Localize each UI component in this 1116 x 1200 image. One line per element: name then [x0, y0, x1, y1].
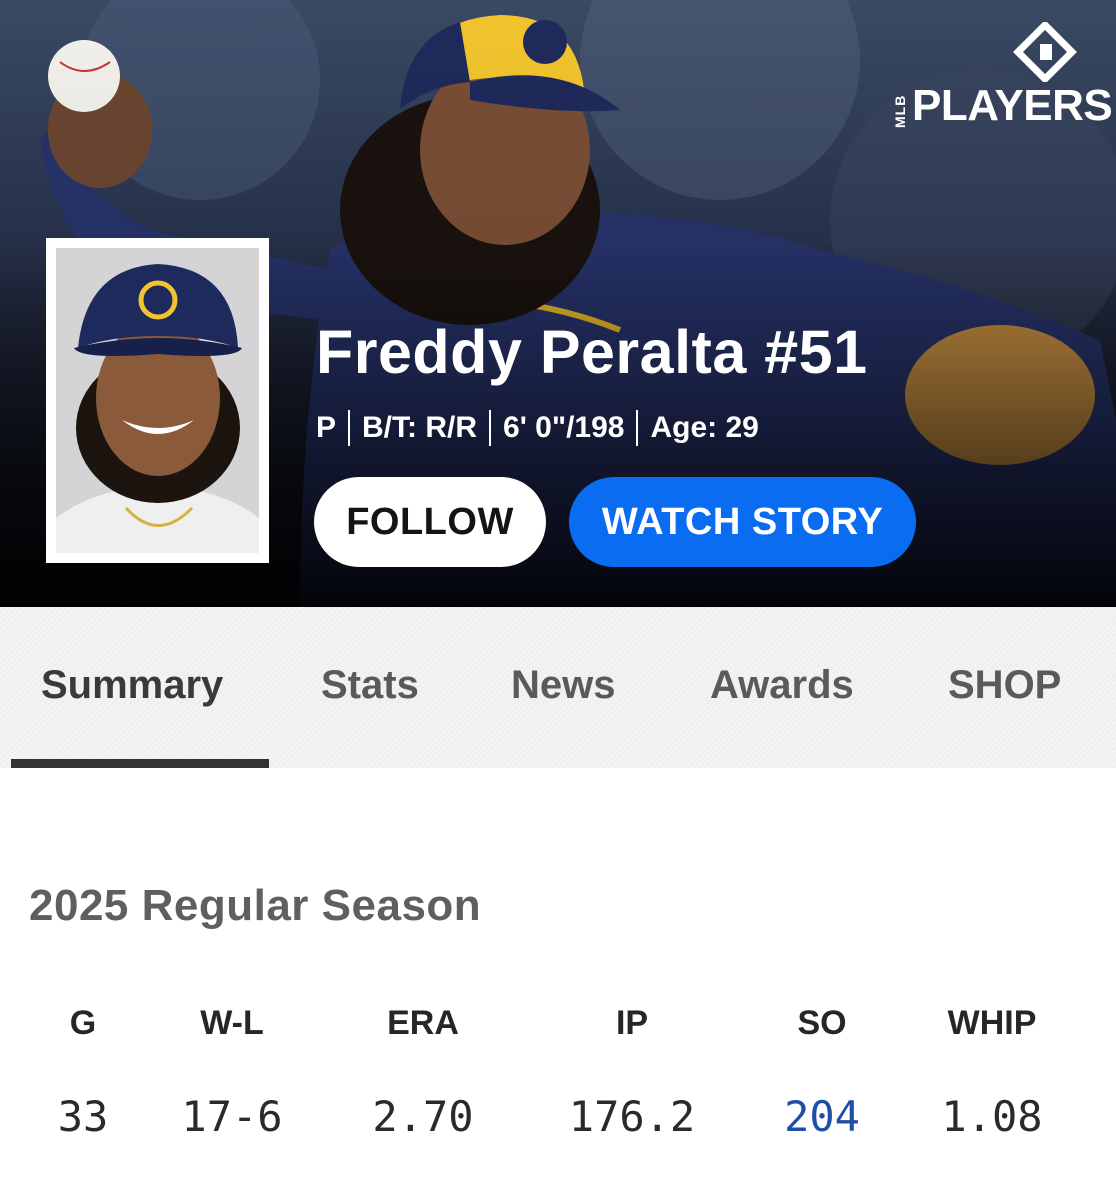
- player-headshot-frame: [46, 238, 269, 563]
- stat-win-loss: W-L 17-6: [181, 1006, 296, 1138]
- player-name: Freddy Peralta #51: [316, 318, 868, 386]
- stat-label: ERA: [387, 1004, 459, 1042]
- stat-label: G: [69, 1004, 97, 1042]
- stat-whip: WHIP 1.08: [941, 1006, 1081, 1138]
- follow-button[interactable]: FOLLOW: [314, 477, 546, 567]
- player-age: Age: 29: [650, 411, 759, 444]
- player-hero: MLB PLAYERS Freddy Peralta #51 P B/T: R/…: [0, 0, 1116, 607]
- tab-news[interactable]: News: [511, 665, 616, 705]
- tab-summary[interactable]: Summary: [41, 665, 223, 705]
- logo-players-text: PLAYERS: [912, 81, 1113, 130]
- tab-shop[interactable]: SHOP: [948, 665, 1061, 705]
- mlb-players-logo[interactable]: MLB PLAYERS: [892, 22, 1113, 134]
- season-title: 2025 Regular Season: [29, 881, 482, 930]
- stat-innings-pitched: IP 176.2: [569, 1006, 695, 1138]
- stat-label: W-L: [200, 1004, 264, 1042]
- stat-value: 1.08: [941, 1092, 1043, 1141]
- tab-stats[interactable]: Stats: [321, 665, 419, 705]
- stat-label: IP: [615, 1004, 649, 1042]
- stat-era: ERA 2.70: [372, 1006, 495, 1138]
- watch-story-button[interactable]: WATCH STORY: [569, 477, 916, 567]
- logo-mlb-text: MLB: [892, 94, 908, 128]
- stat-label: SO: [797, 1004, 847, 1042]
- player-bats-throws: B/T: R/R: [362, 411, 478, 444]
- stat-label: WHIP: [947, 1004, 1037, 1042]
- mlbpa-shield-icon: [1013, 22, 1077, 82]
- strikeouts-link[interactable]: 204: [784, 1096, 860, 1138]
- player-bio-line: P B/T: R/R 6' 0"/198 Age: 29: [316, 410, 771, 446]
- player-height-weight: 6' 0"/198: [503, 411, 625, 444]
- stat-games: G 33: [58, 1006, 109, 1138]
- stat-value: 2.70: [372, 1092, 474, 1141]
- stat-value: 33: [57, 1092, 109, 1141]
- profile-tab-bar: Summary Stats News Awards SHOP: [0, 607, 1116, 768]
- player-headshot: [56, 248, 259, 553]
- tab-awards[interactable]: Awards: [710, 665, 854, 705]
- active-tab-indicator: [11, 759, 269, 768]
- player-position: P: [316, 411, 337, 444]
- stat-value: 176.2: [568, 1092, 696, 1141]
- stat-strikeouts: SO 204: [784, 1006, 871, 1138]
- stat-value: 17-6: [181, 1092, 283, 1141]
